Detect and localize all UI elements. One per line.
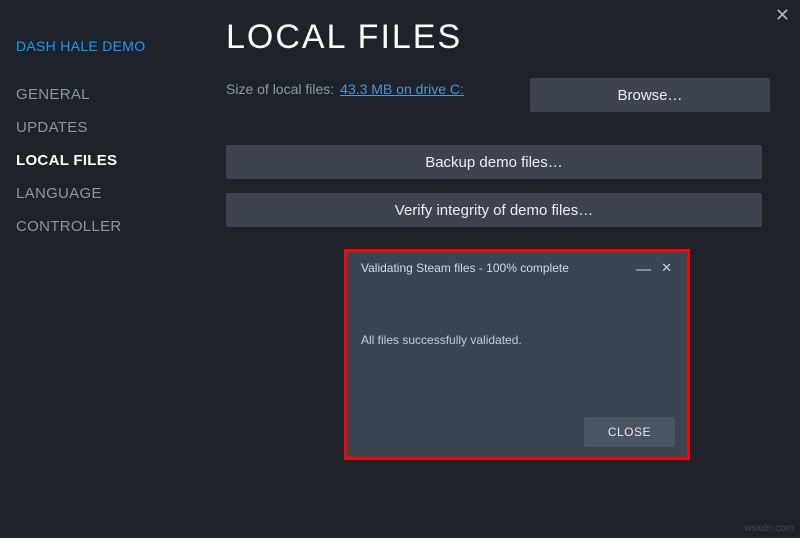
dialog-title: Validating Steam files - 100% complete xyxy=(361,261,631,275)
game-title: DASH HALE DEMO xyxy=(16,38,200,54)
dialog-message: All files successfully validated. xyxy=(347,283,687,347)
dialog-titlebar: Validating Steam files - 100% complete —… xyxy=(347,252,687,283)
sidebar-item-language[interactable]: LANGUAGE xyxy=(16,177,200,210)
sidebar-item-updates[interactable]: UPDATES xyxy=(16,111,200,144)
sidebar-item-controller[interactable]: CONTROLLER xyxy=(16,210,200,243)
backup-button[interactable]: Backup demo files… xyxy=(226,145,762,179)
sidebar-item-general[interactable]: GENERAL xyxy=(16,78,200,111)
minimize-icon[interactable]: — xyxy=(631,262,656,277)
page-title: LOCAL FILES xyxy=(226,18,770,57)
validation-dialog: Validating Steam files - 100% complete —… xyxy=(344,249,690,460)
dialog-footer: CLOSE xyxy=(584,417,675,447)
watermark: wsxdn.com xyxy=(744,523,794,534)
sidebar-item-local-files[interactable]: LOCAL FILES xyxy=(16,144,200,177)
sidebar: DASH HALE DEMO GENERAL UPDATES LOCAL FIL… xyxy=(0,0,200,538)
verify-button[interactable]: Verify integrity of demo files… xyxy=(226,193,762,227)
browse-button[interactable]: Browse… xyxy=(530,78,770,112)
size-value-link[interactable]: 43.3 MB on drive C: xyxy=(340,81,464,97)
dialog-close-button[interactable]: CLOSE xyxy=(584,417,675,447)
size-label: Size of local files: xyxy=(226,81,334,97)
dialog-close-icon[interactable]: ✕ xyxy=(656,261,677,274)
close-icon[interactable]: ✕ xyxy=(775,6,790,24)
